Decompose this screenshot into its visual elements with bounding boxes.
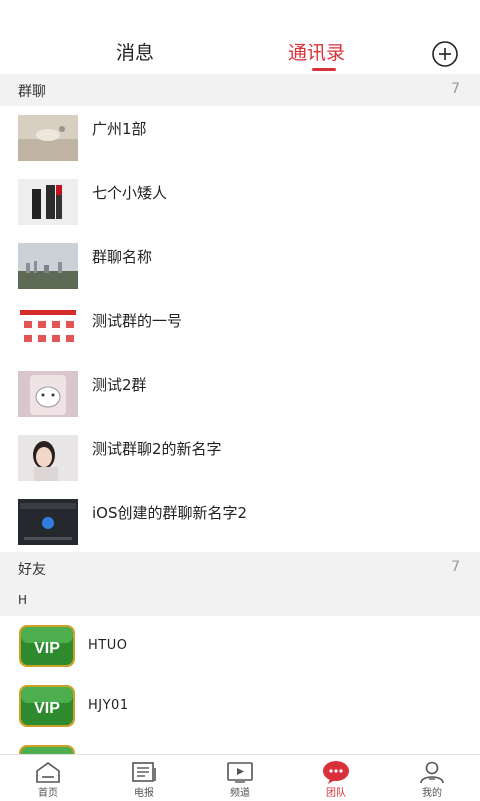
- group-avatar: [18, 179, 78, 225]
- tab-contacts[interactable]: 通讯录: [288, 38, 345, 65]
- tab-messages[interactable]: 消息: [116, 38, 154, 65]
- top-bar: 消息 通讯录: [0, 0, 480, 75]
- friends-section-title: 好友: [18, 562, 46, 578]
- group-name: 群聊名称: [92, 248, 153, 266]
- add-circle-icon[interactable]: [432, 41, 458, 67]
- group-avatar: [18, 499, 78, 545]
- group-row[interactable]: 测试群聊2的新名字: [0, 426, 480, 490]
- nav-telegraph-label: 电报: [134, 788, 154, 799]
- nav-mine[interactable]: 我的: [384, 755, 480, 801]
- nav-mine-label: 我的: [422, 788, 442, 799]
- svg-text:VIP: VIP: [34, 700, 60, 717]
- group-row[interactable]: 测试2群: [0, 362, 480, 426]
- nav-telegraph[interactable]: 电报: [96, 755, 192, 801]
- group-row[interactable]: 群聊名称: [0, 234, 480, 298]
- friend-row[interactable]: VIP HJY01: [0, 676, 480, 736]
- bottom-nav: 首页 电报 频道 团队 我的: [0, 754, 480, 801]
- group-name: 七个小矮人: [92, 184, 168, 202]
- friend-name: HJY01: [88, 698, 129, 713]
- friends-index-header: H: [0, 584, 480, 616]
- nav-home-label: 首页: [38, 788, 58, 799]
- group-row[interactable]: 测试群的一号: [0, 298, 480, 362]
- vip-badge-icon: VIP: [19, 625, 75, 667]
- groups-count: 7: [451, 81, 460, 97]
- group-avatar: [18, 435, 78, 481]
- nav-team[interactable]: 团队: [288, 755, 384, 801]
- group-avatar: [18, 115, 78, 161]
- group-avatar: [18, 371, 78, 417]
- nav-channel-label: 频道: [230, 788, 250, 799]
- groups-section-header: 群聊 7: [0, 74, 480, 106]
- friend-name: HTUO: [88, 638, 128, 653]
- nav-team-label: 团队: [326, 788, 346, 799]
- group-name: 测试群聊2的新名字: [92, 440, 222, 458]
- index-letter: H: [18, 593, 28, 607]
- active-tab-indicator: [312, 68, 336, 71]
- friends-section-header: 好友 7: [0, 552, 480, 584]
- group-row[interactable]: iOS创建的群聊新名字2: [0, 490, 480, 554]
- home-icon: [36, 762, 60, 783]
- nav-channel[interactable]: 频道: [192, 755, 288, 801]
- video-play-icon: [227, 762, 253, 783]
- groups-section-title: 群聊: [18, 84, 46, 100]
- group-name: 广州1部: [92, 120, 147, 138]
- friends-count: 7: [451, 559, 460, 575]
- friend-row[interactable]: [0, 736, 480, 754]
- group-avatar: [18, 243, 78, 289]
- svg-text:VIP: VIP: [34, 640, 60, 657]
- group-row[interactable]: 七个小矮人: [0, 170, 480, 234]
- group-name: iOS创建的群聊新名字2: [92, 504, 248, 522]
- chat-bubble-icon: [323, 761, 349, 784]
- group-row[interactable]: 广州1部: [0, 106, 480, 170]
- group-name: 测试2群: [92, 376, 147, 394]
- group-name: 测试群的一号: [92, 312, 183, 330]
- nav-home[interactable]: 首页: [0, 755, 96, 801]
- newspaper-icon: [132, 762, 156, 782]
- group-avatar: [18, 307, 78, 353]
- vip-badge-icon: VIP: [19, 685, 75, 727]
- friend-row[interactable]: VIP HTUO: [0, 616, 480, 676]
- vip-badge-icon: [19, 745, 75, 754]
- user-icon: [420, 761, 444, 784]
